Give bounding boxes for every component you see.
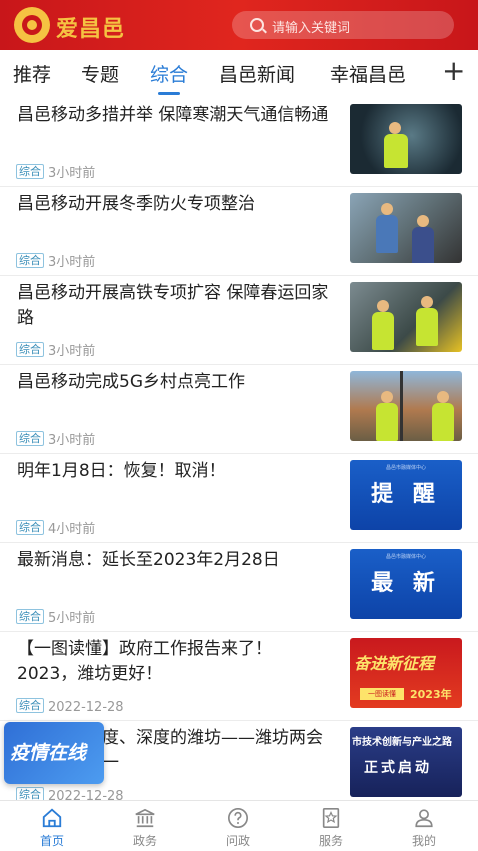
tab-topics[interactable]: 专题 (81, 60, 119, 87)
news-item[interactable]: 明年1月8日：恢复！取消！ 综合 4小时前 昌邑市融媒体中心 提 醒 (0, 454, 478, 543)
tab-recommend[interactable]: 推荐 (13, 60, 51, 87)
news-time: 3小时前 (48, 166, 96, 181)
add-channel-icon[interactable]: + (442, 54, 465, 87)
thumb-text: 提 醒 (371, 482, 441, 507)
bottom-nav: 首页 政务 问政 服务 我的 (0, 800, 478, 851)
worker-figure (412, 215, 434, 263)
nav-label: 问政 (225, 834, 250, 848)
active-tab-indicator (158, 92, 180, 95)
thumb-sub: 正式启动 (364, 760, 432, 776)
news-time: 3小时前 (48, 433, 96, 448)
news-item[interactable]: 昌邑移动开展高铁专项扩容 保障春运回家路 综合 3小时前 (0, 276, 478, 365)
tab-changyi-news[interactable]: 昌邑新闻 (219, 60, 295, 87)
user-icon (415, 809, 433, 828)
category-tag: 综合 (16, 698, 44, 713)
worker-figure (432, 391, 454, 441)
home-icon (42, 808, 62, 828)
news-thumbnail: 市技术创新与产业之路 正式启动 (350, 727, 462, 797)
news-title: 昌邑移动完成5G乡村点亮工作 (17, 372, 245, 392)
category-tag: 综合 (16, 520, 44, 535)
channel-tabs: 推荐 专题 综合 昌邑新闻 幸福昌邑 + (0, 50, 478, 98)
news-thumbnail: 奋进新征程 一图读懂 2023年 (350, 638, 462, 708)
thumb-text: 市技术创新与产业之路 (352, 737, 452, 748)
thumb-sub: 2023年 (410, 688, 452, 701)
epidemic-online-label: 疫情在线 (10, 742, 87, 764)
nav-label: 政务 (132, 834, 157, 848)
news-item[interactable]: 昌邑移动多措并举 保障寒潮天气通信畅通 综合 3小时前 (0, 98, 478, 187)
category-tag: 综合 (16, 609, 44, 624)
news-time: 5小时前 (48, 611, 96, 626)
category-tag: 综合 (16, 431, 44, 446)
news-item[interactable]: 【一图读懂】政府工作报告来了！2023，潍坊更好！ 综合 2022-12-28 … (0, 632, 478, 721)
news-time: 3小时前 (48, 344, 96, 359)
news-thumbnail (350, 282, 462, 352)
epidemic-online-banner[interactable]: 疫情在线 (4, 722, 104, 784)
app-header: 爱昌邑 请输入关键词 (0, 0, 478, 50)
news-title: 昌邑移动开展高铁专项扩容 保障春运回家路 (17, 283, 329, 328)
worker-figure (372, 300, 394, 350)
news-time: 4小时前 (48, 522, 96, 537)
worker-figure (384, 122, 408, 168)
government-building-icon (135, 808, 155, 828)
nav-label: 服务 (318, 834, 343, 848)
worker-figure (376, 203, 398, 253)
category-tag: 综合 (16, 253, 44, 268)
app-title: 爱昌邑 (56, 17, 126, 42)
category-tag: 综合 (16, 342, 44, 357)
star-service-icon (322, 808, 340, 828)
news-thumbnail: 昌邑市融媒体中心 最 新 (350, 549, 462, 619)
news-item[interactable]: 昌邑移动完成5G乡村点亮工作 综合 3小时前 (0, 365, 478, 454)
news-thumbnail (350, 371, 462, 441)
search-placeholder: 请输入关键词 (272, 21, 351, 36)
worker-figure (416, 296, 438, 346)
news-time: 2022-12-28 (48, 700, 124, 715)
news-item[interactable]: 昌邑移动开展冬季防火专项整治 综合 3小时前 (0, 187, 478, 276)
news-thumbnail (350, 193, 462, 263)
news-title: 昌邑移动开展冬季防火专项整治 (17, 194, 255, 214)
thumb-box: 一图读懂 (360, 688, 404, 700)
worker-figure (376, 391, 398, 441)
tab-happy-changyi[interactable]: 幸福昌邑 (330, 60, 406, 87)
news-item[interactable]: 最新消息：延长至2023年2月28日 综合 5小时前 昌邑市融媒体中心 最 新 (0, 543, 478, 632)
thumb-caption: 昌邑市融媒体中心 (385, 554, 426, 560)
news-thumbnail (350, 104, 462, 174)
news-title: 昌邑移动多措并举 保障寒潮天气通信畅通 (17, 105, 329, 125)
question-icon (228, 808, 248, 828)
news-thumbnail: 昌邑市融媒体中心 提 醒 (350, 460, 462, 530)
news-title: 最新消息：延长至2023年2月28日 (17, 550, 280, 570)
thumb-caption: 昌邑市融媒体中心 (385, 465, 426, 471)
search-icon (250, 18, 264, 32)
tab-general[interactable]: 综合 (150, 60, 188, 87)
news-title: 【一图读懂】政府工作报告来了！2023，潍坊更好！ (17, 639, 272, 684)
tower (400, 371, 403, 441)
thumb-text: 最 新 (371, 571, 441, 596)
search-bar[interactable]: 请输入关键词 (232, 11, 454, 39)
news-time: 3小时前 (48, 255, 96, 270)
thumb-text: 奋进新征程 (354, 654, 435, 673)
category-tag: 综合 (16, 164, 44, 179)
nav-label: 首页 (39, 834, 64, 848)
news-title: 明年1月8日：恢复！取消！ (17, 461, 226, 481)
nav-label: 我的 (411, 834, 436, 848)
app-logo-icon[interactable] (14, 7, 50, 43)
